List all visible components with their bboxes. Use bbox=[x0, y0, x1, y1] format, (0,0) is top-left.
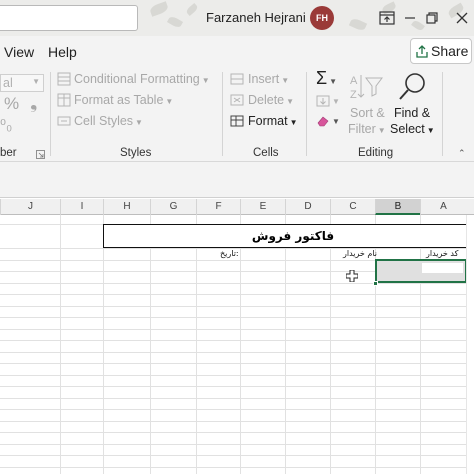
delete-cells-icon bbox=[230, 93, 244, 110]
format-label: Format bbox=[248, 114, 288, 128]
format-cells-icon bbox=[230, 114, 244, 131]
insert-label: Insert bbox=[248, 72, 280, 86]
svg-text:▼: ▼ bbox=[332, 97, 340, 106]
group-label-editing: Editing bbox=[358, 147, 394, 159]
chevron-down-icon: ▼ bbox=[135, 118, 143, 127]
column-header-e[interactable]: E bbox=[240, 199, 285, 215]
delete-label: Delete bbox=[248, 93, 285, 107]
cell-styles-button[interactable]: Cell Styles ▼ bbox=[74, 114, 143, 128]
column-header-g[interactable]: G bbox=[150, 199, 196, 215]
chevron-down-icon: ▼ bbox=[32, 77, 40, 86]
date-label[interactable]: تاریخ: bbox=[220, 249, 239, 258]
decrease-decimal-icon[interactable]: ⁰₀ bbox=[0, 116, 12, 134]
column-header-h[interactable]: H bbox=[103, 199, 150, 215]
ribbon: al ▼ % ❟ ⁰₀ ber Conditional Formatting ▼ … bbox=[0, 68, 474, 162]
column-header-a[interactable]: A bbox=[420, 199, 466, 215]
chevron-down-icon: ▼ bbox=[289, 118, 298, 127]
number-format-value: al bbox=[3, 76, 13, 90]
menu-bar: View Help bbox=[0, 36, 474, 68]
user-name: Farzaneh Hejrani bbox=[206, 10, 306, 25]
column-header-d[interactable]: D bbox=[285, 199, 330, 215]
find-select-button[interactable]: Select ▼ bbox=[390, 122, 435, 136]
group-label-cells: Cells bbox=[253, 147, 279, 159]
active-cell[interactable] bbox=[422, 263, 463, 273]
restore-icon[interactable] bbox=[422, 8, 442, 28]
fill-icon[interactable]: ▼ bbox=[316, 94, 342, 111]
column-header-i[interactable]: I bbox=[60, 199, 103, 215]
collapse-ribbon-icon[interactable]: ⌃ bbox=[458, 148, 466, 159]
sort-filter-line1[interactable]: Sort & bbox=[350, 106, 385, 120]
share-label: Share bbox=[431, 43, 469, 59]
invoice-title-text: فاکتور فروش bbox=[251, 229, 335, 243]
chevron-down-icon: ▼ bbox=[377, 126, 386, 135]
chevron-down-icon: ▼ bbox=[165, 97, 174, 106]
format-as-table-label: Format as Table bbox=[74, 93, 164, 107]
conditional-formatting-button[interactable]: Conditional Formatting ▼ bbox=[74, 72, 210, 86]
selected-range[interactable] bbox=[375, 259, 467, 283]
insert-cells-icon bbox=[230, 72, 244, 89]
conditional-formatting-icon bbox=[57, 72, 71, 89]
title-bar: Farzaneh Hejrani FH bbox=[0, 0, 474, 36]
formula-bar-area bbox=[0, 162, 474, 198]
fill-handle[interactable] bbox=[373, 281, 378, 286]
user-avatar[interactable]: FH bbox=[310, 6, 334, 30]
sort-filter-line2: Filter bbox=[348, 122, 376, 136]
svg-text:Z: Z bbox=[350, 89, 357, 101]
chevron-down-icon: ▼ bbox=[286, 97, 295, 106]
clear-icon[interactable]: ▼ bbox=[316, 114, 342, 131]
svg-text:▼: ▼ bbox=[332, 117, 340, 126]
tab-help[interactable]: Help bbox=[48, 44, 77, 60]
sort-filter-button[interactable]: Filter ▼ bbox=[348, 122, 386, 136]
delete-button[interactable]: Delete ▼ bbox=[248, 93, 294, 107]
invoice-title-cell[interactable]: فاکتور فروش bbox=[103, 224, 474, 248]
comma-style-button[interactable]: ❟ bbox=[30, 92, 37, 114]
group-label-styles: Styles bbox=[120, 147, 152, 159]
background-leaf-decoration bbox=[148, 1, 170, 17]
percent-style-button[interactable]: % bbox=[4, 94, 19, 114]
close-icon[interactable] bbox=[452, 8, 472, 28]
find-select-line1[interactable]: Find & bbox=[394, 106, 430, 120]
format-as-table-button[interactable]: Format as Table ▼ bbox=[74, 93, 173, 107]
autosum-icon[interactable]: Σ ▼ bbox=[316, 68, 337, 89]
insert-button[interactable]: Insert ▼ bbox=[248, 72, 289, 86]
group-label-number: ber bbox=[0, 147, 17, 159]
ribbon-display-options-icon[interactable] bbox=[377, 8, 397, 28]
search-box[interactable] bbox=[0, 5, 138, 31]
background-leaf-decoration bbox=[185, 2, 199, 17]
column-header-c[interactable]: C bbox=[330, 199, 375, 215]
sort-filter-icon: AZ bbox=[350, 72, 384, 105]
vertical-scrollbar[interactable] bbox=[466, 215, 474, 474]
number-format-dropdown[interactable]: al ▼ bbox=[0, 74, 44, 92]
minimize-icon[interactable] bbox=[400, 8, 420, 28]
format-as-table-icon bbox=[57, 93, 71, 110]
buyer-name-label[interactable]: نام خریدار bbox=[343, 249, 377, 258]
background-leaf-decoration bbox=[348, 17, 368, 32]
conditional-formatting-label: Conditional Formatting bbox=[74, 72, 200, 86]
format-button[interactable]: Format ▼ bbox=[248, 114, 298, 128]
chevron-down-icon: ▼ bbox=[426, 126, 435, 135]
column-headers: J I H G F E D C B A bbox=[0, 199, 474, 215]
find-magnifier-icon bbox=[397, 70, 429, 105]
buyer-code-label[interactable]: کد خریدار bbox=[426, 249, 458, 258]
chevron-down-icon: ▼ bbox=[281, 76, 290, 85]
find-select-line2: Select bbox=[390, 122, 425, 136]
chevron-down-icon: ▼ bbox=[201, 76, 210, 85]
column-header-f[interactable]: F bbox=[196, 199, 240, 215]
share-button[interactable]: Share bbox=[410, 38, 472, 64]
column-header-j[interactable]: J bbox=[0, 199, 60, 215]
cell-styles-label: Cell Styles bbox=[74, 114, 134, 128]
column-header-b[interactable]: B bbox=[375, 199, 420, 215]
number-dialog-launcher-icon[interactable] bbox=[36, 148, 45, 162]
cell-styles-icon bbox=[57, 114, 71, 131]
svg-text:A: A bbox=[350, 75, 358, 87]
tab-view[interactable]: View bbox=[4, 44, 34, 60]
background-leaf-decoration bbox=[166, 15, 184, 29]
share-icon bbox=[415, 44, 429, 61]
cell-select-cursor-icon bbox=[345, 269, 359, 285]
worksheet-grid[interactable]: فاکتور فروش کد خریدار نام خریدار تاریخ: bbox=[0, 215, 474, 474]
